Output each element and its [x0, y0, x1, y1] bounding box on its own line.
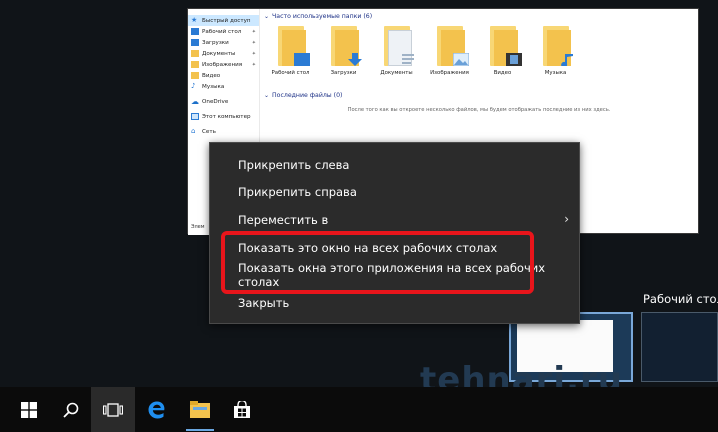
pin-icon: ✦	[251, 61, 256, 68]
documents-folder-icon	[378, 24, 416, 68]
nav-item-network[interactable]: ⌂ Сеть	[188, 126, 259, 137]
taskbar	[0, 387, 718, 432]
downloads-folder-icon	[191, 39, 199, 46]
nav-item-label: Документы	[202, 50, 236, 57]
highlight-annotation	[221, 231, 534, 294]
frequent-folders-header[interactable]: ⌄ Часто используемые папки (6)	[264, 11, 694, 22]
nav-item-desktop[interactable]: Рабочий стол ✦	[188, 26, 259, 37]
folder-tile-downloads[interactable]: Загрузки	[317, 24, 370, 84]
pin-icon: ✦	[251, 39, 256, 46]
folder-label: Документы	[380, 70, 413, 76]
store-icon	[234, 400, 250, 418]
pictures-folder-icon	[431, 24, 469, 68]
nav-item-label: Видео	[202, 72, 221, 79]
nav-item-quick-access[interactable]: ★ Быстрый доступ	[188, 15, 259, 26]
star-icon: ★	[191, 16, 198, 24]
nav-item-label: Этот компьютер	[202, 113, 251, 120]
edge-button[interactable]	[135, 387, 179, 432]
frequent-folders-grid: Рабочий стол Загрузки Документы Изображе…	[264, 24, 694, 84]
task-view-button[interactable]	[91, 387, 135, 432]
search-button[interactable]	[49, 387, 93, 432]
edge-icon	[148, 401, 165, 418]
nav-item-label: OneDrive	[202, 98, 229, 105]
menu-item-label: Прикрепить слева	[238, 157, 350, 172]
nav-item-label: Музыка	[202, 83, 225, 90]
pictures-folder-icon	[191, 61, 199, 68]
menu-item-label: Прикрепить справа	[238, 185, 357, 200]
desktop-label: Рабочий стол	[643, 292, 718, 306]
folder-tile-pictures[interactable]: Изображения	[423, 24, 476, 84]
task-view-icon	[103, 402, 123, 417]
computer-icon	[191, 113, 199, 120]
menu-item-move-to[interactable]: Переместить в ›	[210, 206, 579, 234]
nav-item-music[interactable]: ♪ Музыка	[188, 81, 259, 92]
chevron-down-icon: ⌄	[264, 13, 270, 20]
folder-tile-music[interactable]: Музыка	[529, 24, 582, 84]
music-folder-icon: ♪	[191, 82, 196, 90]
folder-tile-video[interactable]: Видео	[476, 24, 529, 84]
folder-tile-desktop[interactable]: Рабочий стол	[264, 24, 317, 84]
menu-item-snap-left[interactable]: Прикрепить слева	[210, 151, 579, 179]
nav-item-this-pc[interactable]: Этот компьютер	[188, 111, 259, 122]
menu-item-label: Переместить в	[238, 212, 329, 227]
nav-item-label: Рабочий стол	[202, 28, 242, 35]
search-icon	[63, 402, 79, 418]
folder-label: Рабочий стол	[271, 70, 310, 76]
nav-item-onedrive[interactable]: ☁ OneDrive	[188, 96, 259, 107]
start-button[interactable]	[7, 387, 51, 432]
pin-icon: ✦	[251, 28, 256, 35]
downloads-folder-icon	[325, 24, 363, 68]
chevron-right-icon: ›	[564, 212, 569, 227]
nav-item-label: Быстрый доступ	[202, 17, 251, 24]
chevron-down-icon: ⌄	[264, 92, 270, 99]
nav-item-downloads[interactable]: Загрузки ✦	[188, 37, 259, 48]
folder-label: Видео	[493, 70, 512, 76]
video-folder-icon	[484, 24, 522, 68]
task-view-screen: ★ Быстрый доступ Рабочий стол ✦ Загрузки…	[0, 0, 718, 432]
windows-start-icon	[21, 401, 37, 418]
file-explorer-icon	[190, 400, 210, 418]
recent-empty-message: После того как вы откроете несколько фай…	[347, 107, 611, 113]
file-explorer-button[interactable]	[178, 387, 222, 432]
recent-files-header[interactable]: ⌄ Последние файлы (0)	[264, 90, 694, 101]
pin-icon: ✦	[251, 50, 256, 57]
nav-item-documents[interactable]: Документы ✦	[188, 48, 259, 59]
nav-item-pictures[interactable]: Изображения ✦	[188, 59, 259, 70]
folder-label: Загрузки	[330, 70, 357, 76]
folder-label: Изображения	[430, 70, 469, 76]
music-folder-icon	[537, 24, 575, 68]
desktop-folder-icon	[272, 24, 310, 68]
folder-tile-documents[interactable]: Документы	[370, 24, 423, 84]
desktop-thumbnail[interactable]	[641, 312, 718, 382]
nav-item-video[interactable]: Видео	[188, 70, 259, 81]
nav-item-label: Сеть	[202, 128, 216, 135]
desktop-folder-icon	[191, 28, 199, 35]
nav-item-label: Загрузки	[202, 39, 229, 46]
folder-label: Музыка	[544, 70, 567, 76]
section-title: Последние файлы (0)	[272, 92, 343, 99]
cloud-icon: ☁	[191, 97, 199, 106]
documents-folder-icon	[191, 50, 199, 57]
network-icon: ⌂	[191, 127, 196, 135]
menu-item-snap-right[interactable]: Прикрепить справа	[210, 179, 579, 207]
store-button[interactable]	[220, 387, 264, 432]
section-title: Часто используемые папки (6)	[272, 13, 373, 20]
nav-item-label: Изображения	[202, 61, 243, 68]
menu-item-label: Закрыть	[238, 295, 290, 310]
video-folder-icon	[191, 72, 199, 79]
